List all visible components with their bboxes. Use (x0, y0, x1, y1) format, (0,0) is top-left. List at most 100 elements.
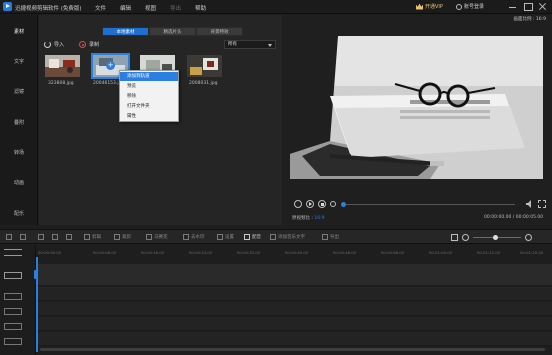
ruler-tick: 00:00:32.00 (237, 250, 261, 255)
app-logo-icon (3, 2, 12, 11)
add-to-track-icon[interactable]: + (106, 61, 115, 70)
undo-icon[interactable] (6, 234, 12, 240)
zoom-out-icon[interactable] (462, 234, 469, 241)
next-frame-icon[interactable] (330, 201, 336, 207)
export-button[interactable]: 导出 (322, 234, 339, 240)
import-label: 导入 (54, 42, 65, 48)
crown-icon (416, 3, 423, 10)
overlay-track-icon[interactable] (4, 293, 22, 300)
menu-help[interactable]: 帮助 (195, 4, 206, 12)
vip-label: 开通VIP (425, 4, 443, 10)
zoom-in-icon[interactable] (525, 234, 532, 241)
mosaic-button[interactable]: 马赛克 (146, 234, 168, 240)
prev-frame-icon[interactable] (294, 200, 302, 208)
add-music-text-button[interactable]: 添加音乐文字 (270, 234, 305, 240)
title-bar: 迅捷视频剪辑软件 (免费版) 文件 编辑 视图 导出 帮助 开通VIP 账号登录 (0, 0, 552, 14)
thumbnail-image (187, 55, 222, 77)
ctx-add-to-track[interactable]: 添加到轨道 (120, 72, 178, 81)
menu-file[interactable]: 文件 (95, 4, 106, 12)
playback-progress[interactable] (342, 204, 515, 205)
ruler-tick: 00:00:56.00 (381, 250, 405, 255)
zoom-knob[interactable] (493, 235, 498, 240)
settings-button[interactable]: 设置 (217, 234, 234, 240)
record-icon (79, 41, 86, 48)
text-track-icon[interactable] (4, 308, 22, 315)
play-icon[interactable] (306, 200, 314, 208)
fullscreen-icon[interactable] (538, 200, 546, 208)
video-track[interactable] (36, 264, 552, 286)
text-track[interactable] (36, 302, 552, 316)
timeline-zoom (451, 234, 532, 241)
media-thumb-1[interactable] (45, 55, 80, 77)
sidebar-item-filter[interactable]: 滤镜 (0, 88, 38, 95)
vip-button[interactable]: 开通VIP (416, 3, 443, 10)
chevron-down-icon (268, 44, 272, 47)
menu-edit[interactable]: 编辑 (120, 4, 131, 12)
window-controls (508, 2, 547, 11)
record-button[interactable]: 录制 (79, 41, 99, 48)
split-icon[interactable] (38, 234, 44, 240)
sidebar-item-media[interactable]: 素材 (0, 28, 38, 35)
crop-button[interactable]: 裁剪 (114, 234, 131, 240)
music-track-icon[interactable] (4, 323, 22, 330)
ruler-tick: 00:01:04.00 (429, 250, 453, 255)
track-settings-icon[interactable] (4, 249, 22, 256)
menu-export[interactable]: 导出 (170, 4, 181, 12)
video-track-icon[interactable] (4, 272, 22, 279)
track-headers (0, 245, 36, 355)
maximize-icon[interactable] (523, 2, 533, 11)
zoom-fit-icon[interactable] (451, 234, 458, 241)
app-title: 迅捷视频剪辑软件 (免费版) (15, 6, 82, 12)
menu-bar: 文件 编辑 视图 导出 帮助 (95, 4, 206, 12)
voice-track[interactable] (36, 332, 552, 346)
playhead-handle[interactable] (34, 270, 38, 279)
aspect-ratio-selector[interactable]: 画面比例 : 16:9 (514, 16, 546, 22)
media-thumb-4[interactable] (187, 55, 222, 77)
ratio-value: 16:9 (314, 216, 325, 221)
import-button[interactable]: 导入 (44, 41, 64, 48)
music-track[interactable] (36, 317, 552, 331)
zoom-slider[interactable] (473, 235, 521, 240)
sidebar-item-animation[interactable]: 动画 (0, 179, 38, 186)
watermark-button[interactable]: 去水印 (183, 234, 205, 240)
sidebar-item-transition[interactable]: 转场 (0, 149, 38, 156)
ctx-remove[interactable]: 移除 (120, 92, 178, 101)
overlay-track[interactable] (36, 287, 552, 301)
volume-icon[interactable] (526, 200, 534, 208)
timeline-ruler[interactable]: 00:00:00.00 00:00:08.00 00:00:16.00 00:0… (36, 245, 552, 255)
sidebar: 素材 文字 滤镜 叠附 转场 动画 配乐 (0, 15, 38, 225)
ctx-properties[interactable]: 属性 (120, 112, 178, 121)
ruler-tick: 00:00:08.00 (93, 250, 117, 255)
timeline-scrollbar[interactable] (40, 348, 545, 351)
ctx-preview[interactable]: 预览 (120, 82, 178, 91)
stop-icon[interactable] (318, 200, 326, 208)
tab-local-media[interactable]: 本地素材 (102, 27, 149, 36)
media-name-4: 2008031.jpg (189, 81, 218, 86)
minimize-icon[interactable] (508, 2, 517, 11)
menu-view[interactable]: 视图 (145, 4, 156, 12)
cut-button[interactable]: 剪辑 (84, 234, 101, 240)
playback-controls (290, 200, 548, 212)
progress-knob[interactable] (341, 201, 346, 207)
media-filter-select[interactable]: 所有 (224, 40, 276, 49)
sidebar-item-overlay[interactable]: 叠附 (0, 119, 38, 126)
ctx-open-folder[interactable]: 打开文件夹 (120, 102, 178, 111)
original-ratio: 原视频比 : 16:9 (292, 215, 325, 221)
delete-icon[interactable] (52, 234, 58, 240)
import-icon (44, 41, 51, 48)
dub-button[interactable]: 配音 (244, 234, 261, 240)
close-icon[interactable] (538, 2, 547, 11)
sidebar-item-text[interactable]: 文字 (0, 58, 38, 65)
thumbnail-image (45, 55, 80, 77)
edit-toolbar: 剪辑 裁剪 马赛克 去水印 设置 配音 添加音乐文字 导出 (0, 229, 552, 244)
ruler-tick: 00:00:00.00 (38, 250, 62, 255)
tab-background-effects[interactable]: 背景特效 (196, 27, 243, 36)
tab-intros[interactable]: 精选片头 (149, 27, 196, 36)
video-preview (290, 36, 543, 179)
sidebar-item-music[interactable]: 配乐 (0, 210, 38, 217)
copy-icon[interactable] (66, 234, 72, 240)
voice-track-icon[interactable] (4, 338, 22, 345)
redo-icon[interactable] (20, 234, 26, 240)
login-button[interactable]: 账号登录 (456, 3, 484, 10)
ratio-label: 原视频比 : (292, 216, 313, 221)
